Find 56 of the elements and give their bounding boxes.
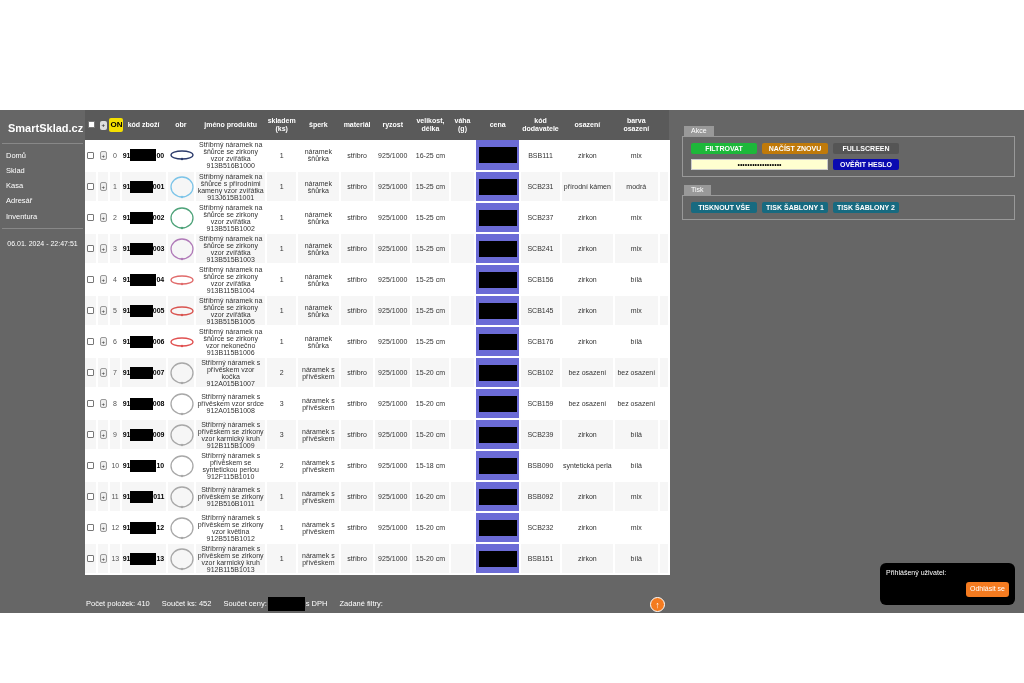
bracelet-icon [168, 545, 195, 572]
redaction-mark [478, 333, 517, 350]
checkbox[interactable] [87, 462, 95, 470]
checkbox[interactable] [87, 214, 95, 222]
redaction-mark [478, 395, 517, 412]
checkbox[interactable] [87, 338, 95, 346]
checkbox[interactable] [87, 400, 95, 408]
redaction-mark [130, 428, 153, 441]
checkbox[interactable] [87, 183, 95, 191]
brand-logo: SmartSklad.cz [2, 110, 83, 144]
checkbox[interactable] [87, 151, 95, 159]
redaction-mark [130, 521, 157, 534]
redaction-mark [130, 397, 153, 410]
on-toggle[interactable]: ON [109, 118, 124, 132]
redaction-mark [130, 459, 157, 472]
redaction-mark [478, 488, 517, 505]
redaction-mark [130, 366, 153, 379]
checkbox[interactable] [87, 555, 95, 563]
checkbox[interactable] [87, 431, 95, 439]
bracelet-icon [168, 204, 195, 231]
redaction-mark [478, 178, 517, 195]
bracelet-icon [168, 421, 195, 448]
bracelet-icon [168, 173, 195, 200]
redaction-mark [130, 335, 153, 348]
redaction-mark [478, 550, 517, 567]
bracelet-icon [168, 390, 195, 417]
redaction-mark [478, 457, 517, 474]
checkbox[interactable] [87, 493, 95, 501]
redaction-mark [478, 302, 517, 319]
redaction-mark [478, 147, 517, 163]
redaction-mark [130, 273, 157, 286]
redaction-mark [478, 271, 517, 288]
redaction-mark [130, 304, 153, 317]
redaction-mark [130, 211, 153, 224]
bracelet-icon [168, 514, 195, 541]
redaction-mark [130, 149, 157, 161]
redaction-mark [478, 426, 517, 443]
bracelet-icon [168, 483, 195, 510]
bracelet-icon [168, 452, 195, 479]
checkbox[interactable] [87, 276, 95, 284]
redaction-mark [478, 519, 517, 536]
redaction-mark [130, 490, 154, 503]
checkbox[interactable] [87, 307, 95, 315]
redaction-mark [478, 209, 517, 226]
redaction-mark [267, 597, 305, 611]
checkbox[interactable] [87, 524, 95, 532]
bracelet-icon [168, 235, 195, 262]
checkbox[interactable] [87, 245, 95, 253]
redaction-mark [130, 552, 157, 565]
redaction-mark [130, 180, 153, 193]
redaction-mark [478, 240, 517, 257]
redaction-mark [478, 364, 517, 381]
checkbox[interactable] [87, 369, 95, 377]
bracelet-icon [168, 359, 195, 386]
redaction-mark [130, 242, 153, 255]
checkbox[interactable] [87, 121, 95, 129]
